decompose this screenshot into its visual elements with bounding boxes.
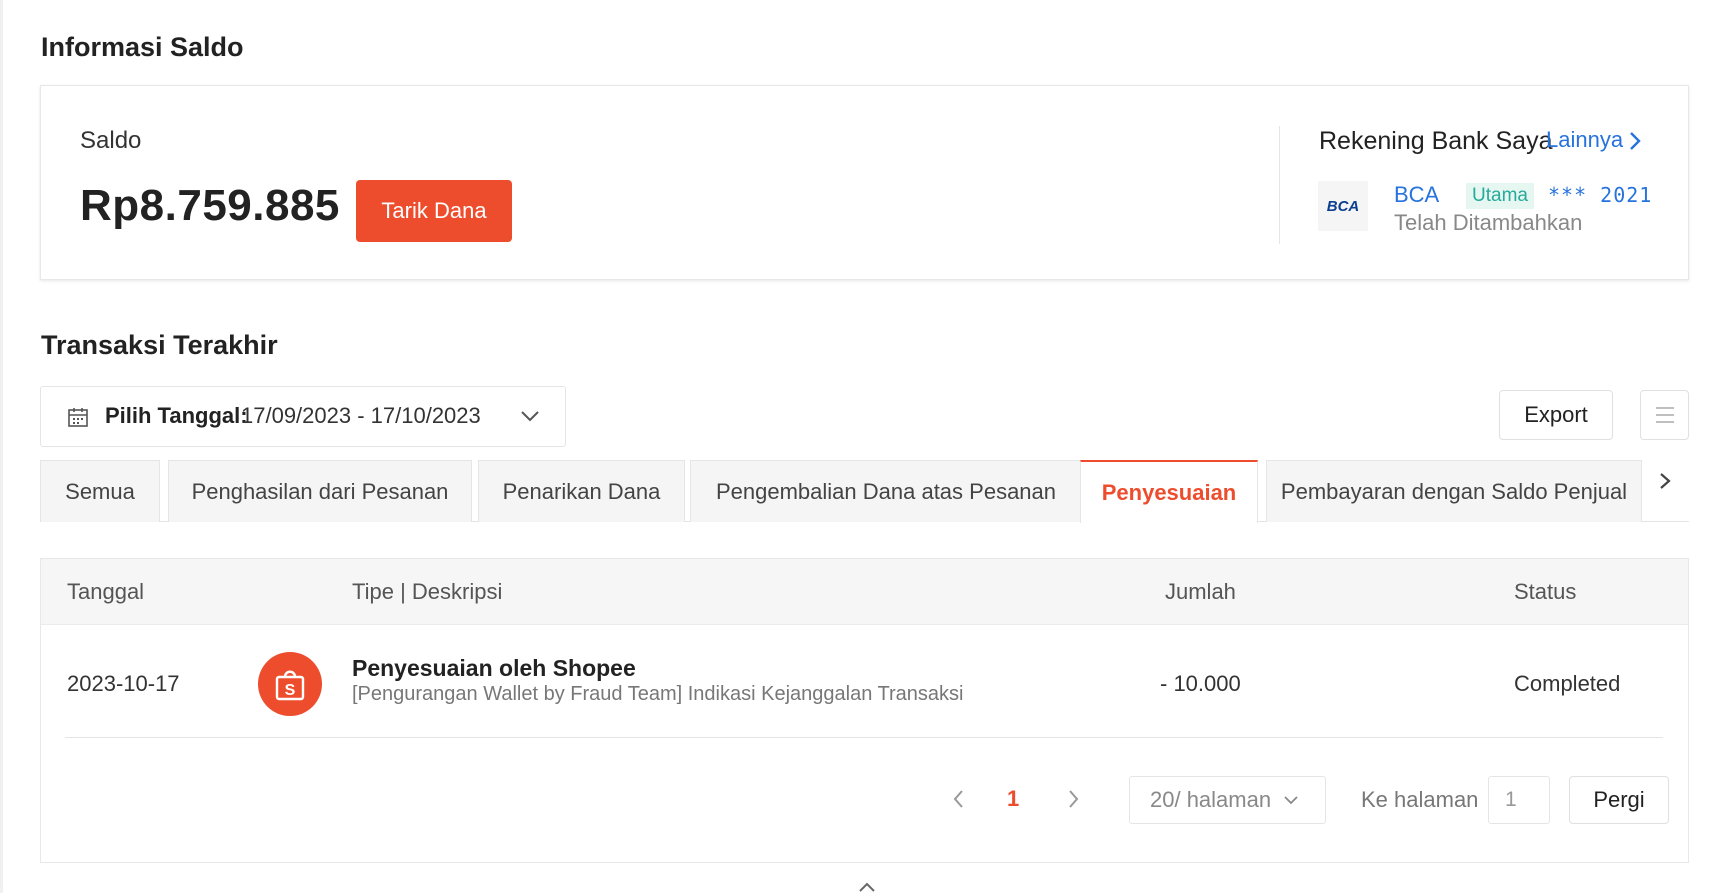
transaction-type-tabs: Semua Penghasilan dari Pesanan Penarikan… (40, 460, 1689, 523)
date-range-picker[interactable]: Pilih Tanggal: 17/09/2023 - 17/10/2023 (40, 386, 566, 447)
table-header: Tanggal Tipe | Deskripsi Jumlah Status (41, 559, 1688, 625)
date-filter-label: Pilih Tanggal: (105, 403, 248, 428)
column-settings-button[interactable] (1640, 390, 1689, 440)
svg-text:S: S (285, 682, 296, 699)
column-header-amount: Jumlah (1165, 579, 1236, 604)
chevron-right-icon[interactable] (1654, 466, 1676, 496)
menu-lines-icon (1655, 407, 1674, 423)
tab-penyesuaian[interactable]: Penyesuaian (1080, 460, 1258, 523)
chevron-right-icon[interactable] (1065, 787, 1081, 811)
withdraw-button[interactable]: Tarik Dana (356, 180, 512, 242)
row-status: Completed (1514, 671, 1621, 696)
chevron-up-icon[interactable] (857, 880, 877, 893)
bank-logo: BCA (1318, 181, 1368, 231)
bank-account-number: *** 2021 (1548, 183, 1653, 207)
bank-status: Telah Ditambahkan (1394, 210, 1583, 235)
left-edge-strip (0, 0, 3, 893)
chevron-down-icon (1284, 796, 1298, 805)
card-divider (1279, 126, 1280, 244)
shopee-bag-icon: S (258, 652, 322, 716)
goto-page-button[interactable]: Pergi (1569, 776, 1669, 824)
column-header-date: Tanggal (67, 579, 145, 604)
goto-page-input[interactable] (1488, 776, 1550, 824)
column-header-status: Status (1514, 579, 1577, 604)
export-button[interactable]: Export (1499, 390, 1613, 440)
row-amount: - 10.000 (1160, 671, 1241, 696)
bank-account-title: Rekening Bank Saya (1319, 127, 1553, 155)
tab-pengembalian-dana[interactable]: Pengembalian Dana atas Pesanan (690, 460, 1082, 522)
transactions-section-title: Transaksi Terakhir (41, 330, 278, 360)
chevron-right-icon (1630, 132, 1641, 150)
tab-pembayaran-saldo-penjual[interactable]: Pembayaran dengan Saldo Penjual (1266, 460, 1642, 522)
balance-section-title: Informasi Saldo (41, 32, 244, 62)
goto-page-label: Ke halaman (1361, 787, 1479, 812)
row-type: Penyesuaian oleh Shopee (352, 655, 636, 681)
pagination-current-page[interactable]: 1 (1007, 786, 1019, 812)
chevron-down-icon (521, 411, 539, 422)
saldo-amount: Rp8.759.885 (80, 181, 340, 230)
tab-penarikan-dana[interactable]: Penarikan Dana (478, 460, 685, 522)
page-size-value: 20/ halaman (1150, 787, 1272, 812)
bank-more-label: Lainnya (1546, 127, 1624, 152)
balance-card: Saldo Rp8.759.885 Tarik Dana Rekening Ba… (40, 85, 1689, 280)
tab-semua[interactable]: Semua (40, 460, 160, 522)
tab-penghasilan-dari-pesanan[interactable]: Penghasilan dari Pesanan (168, 460, 472, 522)
row-date: 2023-10-17 (67, 671, 180, 696)
page-size-select[interactable]: 20/ halaman (1129, 776, 1326, 824)
row-description: [Pengurangan Wallet by Fraud Team] Indik… (352, 683, 964, 705)
chevron-left-icon[interactable] (951, 787, 967, 811)
calendar-icon (68, 408, 88, 427)
column-header-type: Tipe | Deskripsi (352, 579, 503, 604)
bank-name: BCA (1394, 182, 1440, 207)
transactions-table: Tanggal Tipe | Deskripsi Jumlah Status 2… (40, 558, 1689, 863)
primary-badge: Utama (1466, 183, 1534, 209)
row-divider (65, 737, 1663, 738)
saldo-label: Saldo (80, 127, 142, 154)
bank-logo-text: BCA (1326, 197, 1360, 215)
date-filter-value: 17/09/2023 - 17/10/2023 (241, 403, 481, 428)
bank-more-link[interactable]: Lainnya (1546, 127, 1641, 153)
